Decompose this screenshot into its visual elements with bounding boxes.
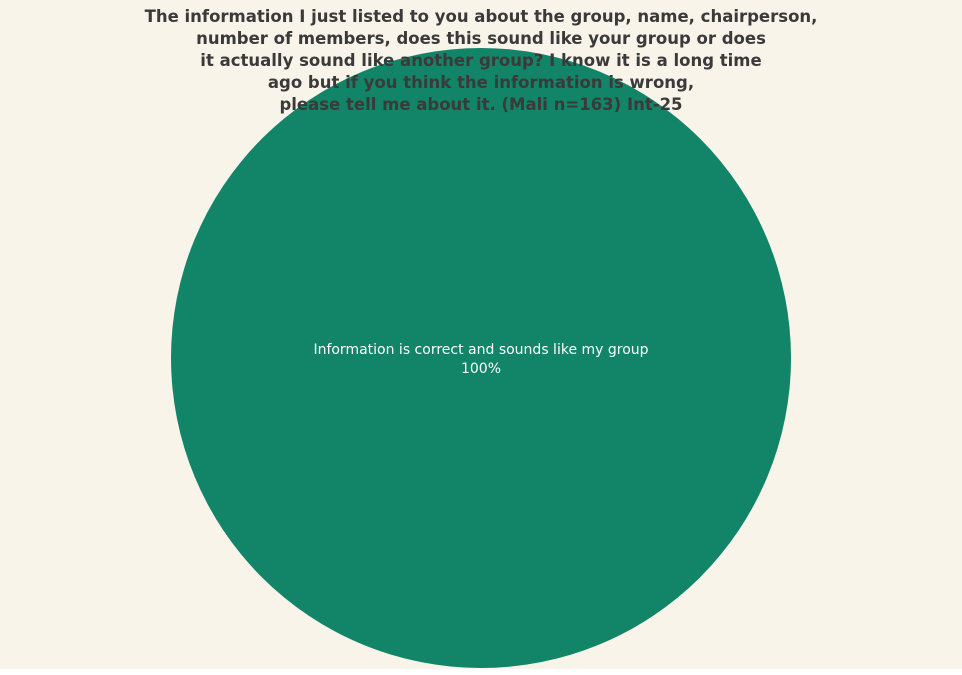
pie-slice-label: Information is correct and sounds like m… xyxy=(313,342,648,358)
chart-title-line-2: number of members, does this sound like … xyxy=(196,29,766,48)
pie-slice-1 xyxy=(171,48,791,668)
chart-title: The information I just listed to you abo… xyxy=(131,6,831,116)
chart-title-line-4: ago but if you think the information is … xyxy=(267,73,695,92)
pie-slice-value-label: 100% xyxy=(461,361,501,377)
chart-title-line-5: please tell me about it. (Mali n=163) In… xyxy=(279,95,683,114)
chart-panel: Information is correct and sounds like m… xyxy=(0,0,962,669)
chart-title-line-1: The information I just listed to you abo… xyxy=(144,7,818,26)
chart-title-line-3: it actually sound like another group? I … xyxy=(200,51,762,70)
